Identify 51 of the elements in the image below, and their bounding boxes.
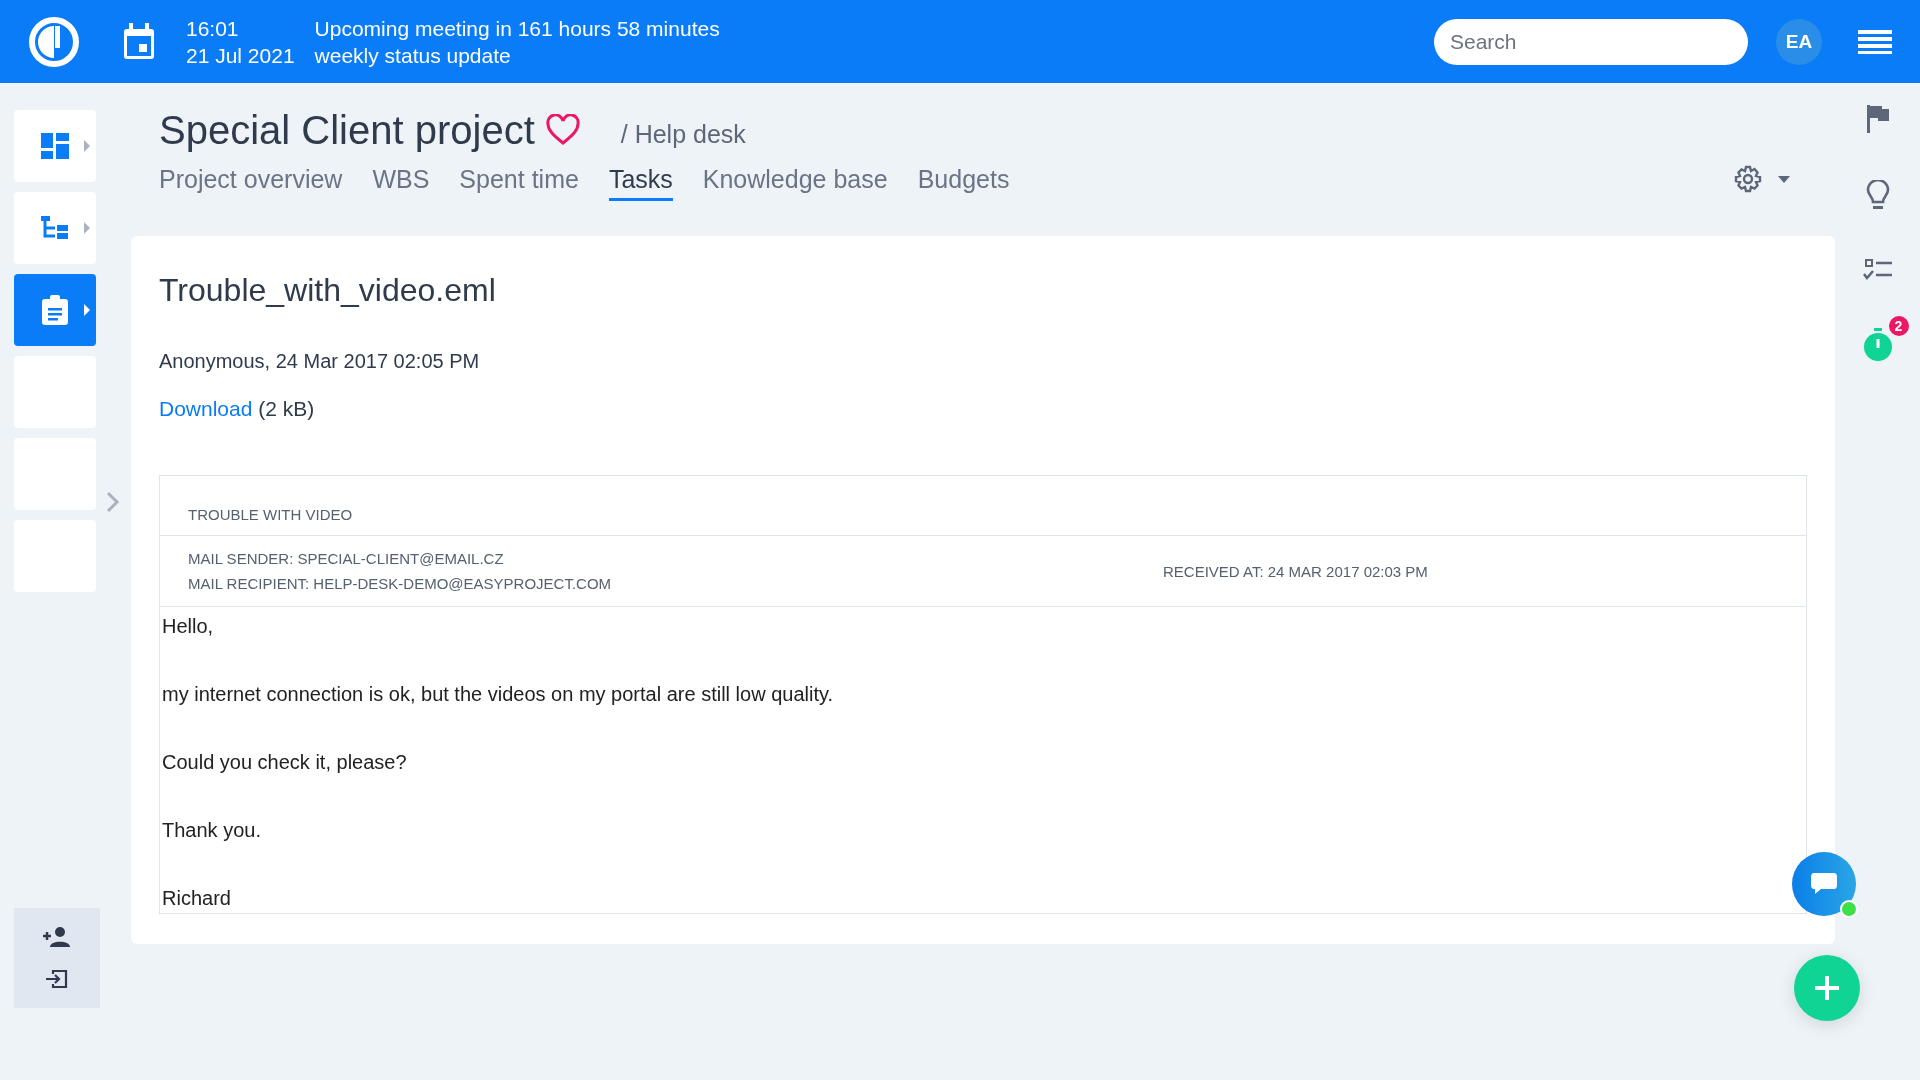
download-link[interactable]: Download: [159, 397, 253, 420]
calendar-icon[interactable]: [122, 22, 156, 61]
project-tab[interactable]: Knowledge base: [702, 165, 888, 201]
meeting-date: 21 Jul 2021: [186, 42, 295, 69]
notification-badge: 2: [1888, 316, 1909, 336]
meeting-title[interactable]: weekly status update: [314, 41, 720, 69]
logo-icon[interactable]: [28, 15, 80, 68]
dashboard-icon: [41, 133, 69, 159]
caret-icon: [84, 304, 90, 316]
checklist-icon[interactable]: [1862, 259, 1893, 281]
attachment-filename: Trouble_with_video.eml: [159, 271, 497, 310]
heart-icon[interactable]: [544, 114, 581, 146]
project-tab[interactable]: Project overview: [159, 165, 343, 201]
project-title: Special Client project: [159, 107, 535, 154]
search-field[interactable]: Search: [1434, 18, 1748, 65]
dropdown-caret-icon[interactable]: [1778, 175, 1790, 183]
meeting-countdown[interactable]: Upcoming meeting in 161 hours 58 minutes: [314, 14, 720, 42]
breadcrumb-link[interactable]: / Help desk: [620, 119, 746, 149]
sign-in-icon[interactable]: [46, 969, 68, 989]
mail-sender: MAIL SENDER: SPECIAL-CLIENT@EMAIL.CZ: [188, 549, 505, 569]
sidebar-tile[interactable]: [14, 192, 96, 264]
author-timestamp: Anonymous, 24 Mar 2017 02:05 PM: [159, 350, 481, 373]
lightbulb-icon[interactable]: [1865, 180, 1890, 212]
email-body-line: Could you check it, please?: [162, 751, 408, 773]
project-tab[interactable]: Spent time: [459, 165, 579, 201]
sidebar-tile[interactable]: [14, 274, 96, 346]
email-body-line: my internet connection is ok, but the videos on my portal are still low quality.: [162, 683, 835, 705]
flag-icon[interactable]: [1865, 105, 1890, 133]
menu-icon[interactable]: [1858, 29, 1892, 54]
online-status-dot: [1840, 900, 1858, 918]
caret-icon: [84, 222, 90, 234]
received-at: RECEIVED AT: 24 MAR 2017 02:03 PM: [1163, 561, 1429, 582]
sidebar-tile[interactable]: [14, 110, 96, 182]
hierarchy-icon: [41, 216, 69, 240]
user-avatar[interactable]: EA: [1776, 18, 1822, 65]
project-tab[interactable]: Tasks: [608, 165, 673, 201]
caret-icon: [84, 140, 90, 152]
email-body-line: Hello,: [162, 615, 215, 637]
project-tab[interactable]: WBS: [372, 165, 430, 201]
mail-recipient: MAIL RECIPIENT: HELP-DESK-DEMO@EASYPROJECT.COM: [188, 574, 613, 594]
meeting-time: 16:01: [186, 15, 240, 42]
email-body-line: Richard: [162, 887, 232, 909]
plus-icon: [1814, 975, 1840, 1001]
file-size: (2 kB): [258, 397, 315, 420]
email-body-line: Thank you.: [162, 819, 262, 841]
settings-icon[interactable]: [1734, 165, 1762, 193]
add-user-icon[interactable]: [43, 927, 71, 947]
email-subject: TROUBLE WITH VIDEO: [160, 476, 1806, 536]
speech-bubble-icon: [1810, 871, 1838, 897]
project-tab[interactable]: Budgets: [917, 165, 1010, 201]
clipboard-icon: [42, 295, 68, 325]
